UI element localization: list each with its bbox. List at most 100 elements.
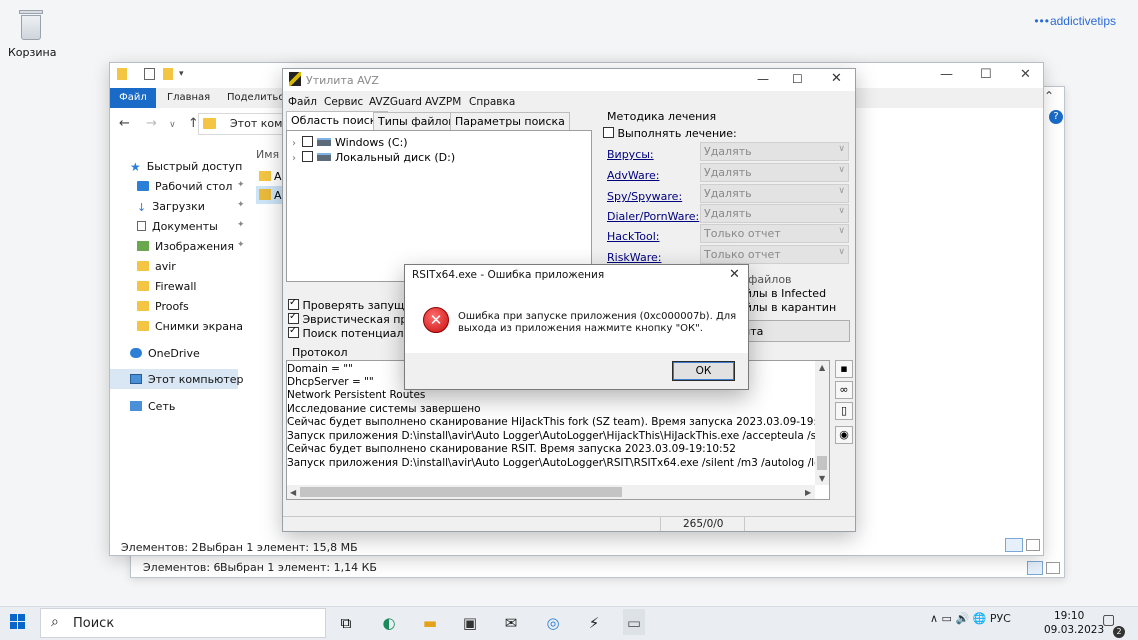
scroll-up-icon[interactable]: ▲: [819, 363, 825, 372]
threat-link-hacktool[interactable]: HackTool:: [607, 230, 660, 243]
drive-checkbox[interactable]: [302, 136, 313, 147]
start-windows-icon[interactable]: [10, 614, 26, 630]
close-icon[interactable]: ✕: [1020, 67, 1031, 82]
help-icon[interactable]: ⌃: [1044, 89, 1054, 103]
recycle-bin-shortcut[interactable]: Корзина: [8, 6, 56, 59]
option-checkbox[interactable]: [288, 313, 299, 324]
menu-service[interactable]: Сервис: [324, 96, 363, 108]
close-icon[interactable]: ✕: [831, 71, 842, 86]
nav-quick-access[interactable]: ★ Быстрый доступ: [130, 160, 242, 180]
close-icon[interactable]: ✕: [729, 267, 740, 282]
forward-arrow-icon[interactable]: →: [146, 116, 157, 131]
treat-checkbox[interactable]: [603, 127, 614, 138]
clock-time[interactable]: 19:10: [1054, 610, 1084, 622]
nav-folder-proofs[interactable]: Proofs: [137, 300, 247, 320]
ribbon-tab-home[interactable]: Главная: [167, 92, 210, 103]
maximize-icon[interactable]: ☐: [980, 67, 992, 82]
system-tray[interactable]: ∧ ▭ 🔊 🌐 РУС: [930, 612, 1011, 625]
drive-checkbox[interactable]: [302, 151, 313, 162]
large-icons-view-icon[interactable]: [1046, 562, 1060, 574]
minimize-icon[interactable]: —: [940, 67, 953, 82]
option-heuristic[interactable]: Эвристическая проверка: [288, 313, 408, 326]
nav-pictures[interactable]: Изображения ✦: [137, 240, 247, 260]
mail-icon[interactable]: ✉: [500, 612, 522, 634]
threat-action-select[interactable]: Удалять ∨: [700, 142, 849, 161]
new-document-icon[interactable]: ▯: [835, 402, 853, 420]
find-glasses-icon[interactable]: ∞: [835, 381, 853, 399]
avz-taskbar-icon[interactable]: ⚡: [583, 612, 605, 634]
edge-browser-icon[interactable]: ◐: [378, 612, 400, 634]
file-explorer-icon[interactable]: ▬: [419, 612, 441, 634]
details-view-icon[interactable]: [1027, 561, 1043, 575]
folder-icon: [137, 261, 149, 271]
nav-downloads[interactable]: ↓ Загрузки ✦: [137, 200, 247, 220]
large-icons-view-icon[interactable]: [1026, 539, 1040, 551]
tab-file-types[interactable]: Типы файлов: [373, 112, 460, 130]
menu-avzguard[interactable]: AVZGuard: [369, 96, 422, 108]
nav-buttons: ← → ∨ ↑: [119, 116, 199, 131]
expand-icon[interactable]: ›: [292, 138, 296, 149]
nav-folder-firewall[interactable]: Firewall: [137, 280, 247, 300]
treat-option[interactable]: Выполнять лечение:: [603, 127, 737, 140]
store-icon[interactable]: ▣: [459, 612, 481, 634]
option-check-running[interactable]: Проверять запущенные: [288, 299, 408, 312]
properties-icon[interactable]: [144, 68, 155, 80]
threat-action-select[interactable]: Удалять ∨: [700, 204, 849, 223]
threat-link-spyware[interactable]: Spy/Spyware:: [607, 190, 682, 203]
file-name[interactable]: A: [274, 170, 282, 183]
nav-this-pc[interactable]: Этот компьютер: [130, 373, 244, 393]
network-globe-icon[interactable]: ◉: [835, 426, 853, 444]
threat-action-select[interactable]: Удалять ∨: [700, 184, 849, 203]
details-view-icon[interactable]: [1005, 538, 1023, 552]
nav-network[interactable]: Сеть: [130, 400, 240, 420]
drive-row-c[interactable]: › Windows (C:): [292, 136, 408, 149]
threat-link-viruses[interactable]: Вирусы:: [607, 148, 654, 161]
nav-onedrive[interactable]: OneDrive: [130, 347, 240, 367]
window-taskbar-icon[interactable]: ▭: [623, 612, 645, 634]
nav-folder-avir[interactable]: avir: [137, 260, 247, 280]
status-selected: Выбран 1 элемент: 1,14 КБ: [220, 561, 377, 574]
new-folder-icon[interactable]: [163, 68, 173, 80]
tab-search-params[interactable]: Параметры поиска: [450, 112, 570, 130]
minimize-icon[interactable]: —: [757, 72, 769, 86]
task-view-icon[interactable]: ⧉: [335, 612, 357, 634]
start-button[interactable]: пта: [738, 320, 850, 342]
quick-access-dropdown-icon[interactable]: ▾: [179, 69, 184, 79]
threat-link-dialer[interactable]: Dialer/PornWare:: [607, 210, 699, 223]
threat-action-select[interactable]: Только отчет ∨: [700, 224, 849, 243]
ribbon-tab-file[interactable]: Файл: [110, 88, 156, 108]
option-checkbox[interactable]: [288, 299, 299, 310]
drive-row-d[interactable]: › Локальный диск (D:): [292, 151, 455, 164]
menu-file[interactable]: Файл: [288, 96, 317, 108]
option-checkbox[interactable]: [288, 327, 299, 338]
nav-desktop[interactable]: Рабочий стол ✦: [137, 180, 247, 200]
column-header-name[interactable]: Имя: [256, 148, 279, 161]
scroll-down-icon[interactable]: ▼: [819, 474, 825, 483]
threat-action-select[interactable]: Только отчет ∨: [700, 245, 849, 264]
help-icon[interactable]: ?: [1049, 110, 1063, 124]
scroll-thumb[interactable]: [300, 487, 622, 497]
scroll-right-icon[interactable]: ▶: [805, 488, 811, 497]
nav-documents[interactable]: Документы ✦: [137, 220, 247, 240]
notification-icon[interactable]: ▢: [1102, 612, 1115, 628]
back-arrow-icon[interactable]: ←: [119, 116, 130, 131]
threat-action-select[interactable]: Удалять ∨: [700, 163, 849, 182]
file-name[interactable]: A: [274, 189, 282, 202]
scroll-thumb[interactable]: [817, 456, 827, 470]
menu-avzpm[interactable]: AVZPM: [425, 96, 461, 108]
taskbar-search-label[interactable]: Поиск: [73, 616, 114, 631]
scroll-left-icon[interactable]: ◀: [290, 488, 296, 497]
threat-link-riskware[interactable]: RiskWare:: [607, 251, 661, 264]
option-search-potential[interactable]: Поиск потенциальных: [288, 327, 408, 340]
nav-folder-screenshots[interactable]: Снимки экрана: [137, 320, 247, 340]
recent-dropdown-icon[interactable]: ∨: [169, 120, 176, 130]
menu-help[interactable]: Справка: [469, 96, 515, 108]
threat-link-adware[interactable]: AdvWare:: [607, 169, 660, 182]
maximize-icon[interactable]: ☐: [792, 72, 803, 86]
app-icon[interactable]: ◎: [542, 612, 564, 634]
ok-button[interactable]: ОК: [672, 361, 735, 381]
expand-icon[interactable]: ›: [292, 153, 296, 164]
save-log-icon[interactable]: ▪: [835, 360, 853, 378]
clock-date[interactable]: 09.03.2023: [1044, 624, 1104, 636]
ribbon-tab-share[interactable]: Поделиться: [227, 92, 290, 103]
